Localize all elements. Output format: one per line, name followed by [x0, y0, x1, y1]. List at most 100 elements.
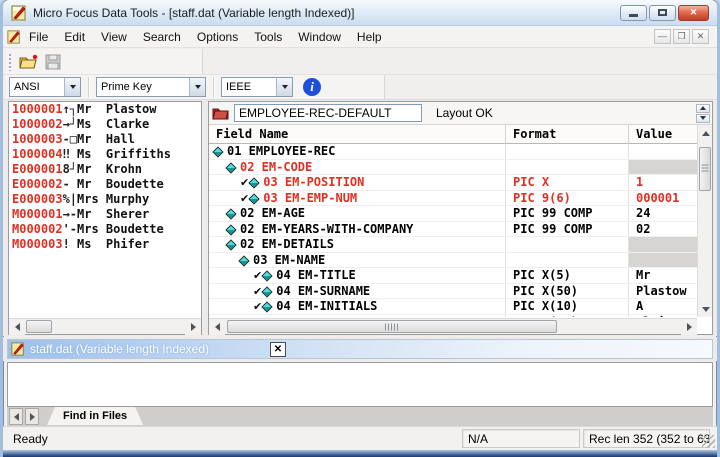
tab-find-in-files[interactable]: Find in Files — [47, 407, 143, 425]
arrow-down-icon — [700, 116, 706, 120]
field-row[interactable]: 02 EM-YEARS-WITH-COMPANYPIC 99 COMP02 — [209, 222, 697, 238]
menu-window[interactable]: Window — [290, 28, 349, 46]
record-name-box[interactable]: EMPLOYEE-REC-DEFAULT — [234, 104, 422, 122]
field-value-cell[interactable]: Mr — [629, 268, 697, 283]
record-control-chars: %| — [63, 192, 77, 207]
record-name: EMPLOYEE-REC-DEFAULT — [239, 106, 391, 120]
document-close-button[interactable]: ✕ — [270, 342, 286, 357]
field-table-vscrollbar[interactable] — [697, 125, 712, 317]
record-row[interactable]: 1000001↑┐MrPlastow — [9, 102, 201, 117]
record-row[interactable]: 1000004‼ MsGriffiths — [9, 147, 201, 162]
menu-search[interactable]: Search — [135, 28, 189, 46]
record-spinner — [696, 104, 710, 123]
scroll-right-button[interactable] — [185, 319, 201, 335]
scroll-right-button[interactable] — [681, 319, 697, 335]
scroll-left-button[interactable] — [209, 319, 225, 335]
charset-combobox[interactable]: ANSI — [9, 77, 81, 97]
field-name-cell: ✔03 EM-POSITION — [209, 175, 506, 190]
field-value-cell[interactable] — [629, 253, 697, 268]
field-row[interactable]: ✔04 EM-FIRST-NAMEPIC X(50)Alain — [209, 315, 697, 318]
key-combobox[interactable]: Prime Key — [96, 77, 206, 97]
key-dropdown-arrow[interactable] — [189, 78, 205, 96]
field-row[interactable]: ✔04 EM-TITLEPIC X(5)Mr — [209, 268, 697, 284]
field-diamond-icon — [262, 301, 273, 312]
field-row[interactable]: 03 EM-NAME — [209, 253, 697, 269]
record-row[interactable]: M000002'-MrsBoudette — [9, 222, 201, 237]
maximize-button[interactable] — [649, 5, 676, 21]
float-format-dropdown-arrow[interactable] — [276, 78, 292, 96]
column-header-value[interactable]: Value — [629, 125, 702, 144]
field-row[interactable]: ✔03 EM-EMP-NUMPIC 9(6)000001 — [209, 191, 697, 207]
field-value-cell[interactable] — [629, 160, 697, 175]
menu-tools[interactable]: Tools — [246, 28, 290, 46]
field-table-hscrollbar[interactable] — [209, 318, 697, 334]
column-header-field-name[interactable]: Field Name — [209, 125, 506, 144]
field-row[interactable]: 01 EMPLOYEE-REC — [209, 144, 697, 160]
hscroll-thumb[interactable] — [26, 320, 52, 333]
menu-file[interactable]: File — [21, 28, 56, 46]
spin-up-button[interactable] — [696, 104, 710, 113]
record-surname: Griffiths — [106, 147, 171, 161]
save-button[interactable] — [41, 51, 65, 73]
record-list-hscrollbar[interactable] — [9, 318, 201, 334]
close-button[interactable]: ✕ — [678, 5, 709, 21]
field-value-cell[interactable]: 02 — [629, 222, 697, 237]
resize-grip[interactable] — [702, 435, 715, 448]
scroll-left-button[interactable] — [9, 319, 25, 335]
toolbar-grip[interactable] — [8, 53, 13, 71]
field-value-cell[interactable]: A — [629, 299, 697, 314]
record-row[interactable]: M000001→-MrSherer — [9, 207, 201, 222]
hscroll-thumb[interactable] — [227, 320, 557, 333]
record-row[interactable]: 1000002→┘MsClarke — [9, 117, 201, 132]
field-value-cell[interactable]: 000001 — [629, 191, 697, 206]
field-row[interactable]: 02 EM-CODE — [209, 160, 697, 176]
vscroll-thumb[interactable] — [699, 147, 711, 191]
menu-edit[interactable]: Edit — [56, 28, 93, 46]
field-value-cell[interactable] — [629, 144, 697, 159]
field-name-cell: 02 EM-DETAILS — [209, 237, 506, 252]
mdi-close-button[interactable]: ✕ — [692, 29, 709, 44]
scroll-up-button[interactable] — [698, 125, 713, 141]
record-surname: Clarke — [106, 117, 149, 131]
charset-dropdown-arrow[interactable] — [64, 78, 80, 96]
record-row[interactable]: E0000018┘MrKrohn — [9, 162, 201, 177]
record-row[interactable]: E000002- MrBoudette — [9, 177, 201, 192]
field-row[interactable]: ✔04 EM-SURNAMEPIC X(50)Plastow — [209, 284, 697, 300]
output-panel[interactable] — [7, 362, 713, 407]
tab-scroll-left-button[interactable] — [9, 408, 23, 425]
menu-app-icon — [7, 30, 21, 44]
mdi-minimize-button[interactable]: — — [654, 29, 671, 44]
field-format-cell: PIC X(5) — [506, 268, 629, 283]
field-row[interactable]: 02 EM-DETAILS — [209, 237, 697, 253]
record-control-chars: '- — [63, 222, 77, 237]
menu-options[interactable]: Options — [189, 28, 246, 46]
tab-scroll-right-button[interactable] — [25, 408, 39, 425]
record-row[interactable]: E000003%|MrsMurphy — [9, 192, 201, 207]
open-file-button[interactable] — [17, 51, 41, 73]
record-surname: Boudette — [106, 222, 164, 236]
field-row[interactable]: ✔04 EM-INITIALSPIC X(10)A — [209, 299, 697, 315]
field-row[interactable]: ✔03 EM-POSITIONPIC X1 — [209, 175, 697, 191]
document-tab[interactable]: staff.dat (Variable length Indexed) ✕ — [7, 339, 713, 359]
field-value-cell[interactable]: Plastow — [629, 284, 697, 299]
status-position: N/A — [462, 429, 580, 448]
spin-down-button[interactable] — [696, 114, 710, 123]
info-button[interactable]: i — [303, 78, 321, 96]
scroll-down-button[interactable] — [698, 301, 713, 317]
column-header-format[interactable]: Format — [506, 125, 629, 144]
field-name-cell: 01 EMPLOYEE-REC — [209, 144, 506, 159]
menu-help[interactable]: Help — [349, 28, 390, 46]
record-row[interactable]: M000003! MsPhifer — [9, 237, 201, 252]
minimize-button[interactable] — [620, 5, 647, 21]
field-value-cell[interactable] — [629, 237, 697, 252]
menu-view[interactable]: View — [93, 28, 135, 46]
field-row[interactable]: 02 EM-AGEPIC 99 COMP24 — [209, 206, 697, 222]
field-value-cell[interactable]: 24 — [629, 206, 697, 221]
float-format-combobox[interactable]: IEEE — [221, 77, 293, 97]
record-row[interactable]: 1000003-□MrHall — [9, 132, 201, 147]
field-value-cell[interactable]: 1 — [629, 175, 697, 190]
mdi-restore-button[interactable]: ❐ — [673, 29, 690, 44]
field-name-cell: ✔03 EM-EMP-NUM — [209, 191, 506, 206]
field-value-cell[interactable]: Alain — [629, 315, 697, 318]
arrow-up-icon — [700, 106, 706, 110]
